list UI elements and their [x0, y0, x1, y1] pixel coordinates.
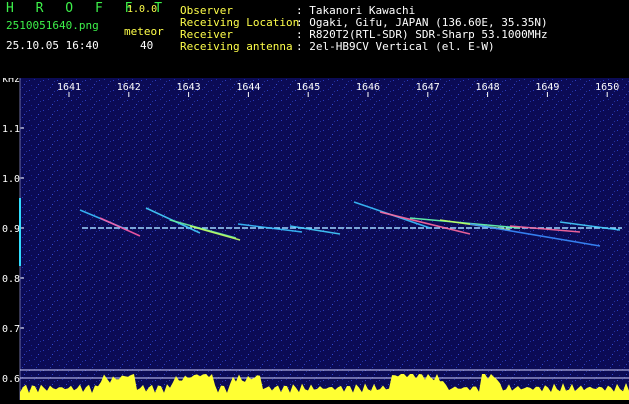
y-tick-label: 0.6: [2, 374, 20, 385]
y-tick-label: 0.8: [2, 274, 20, 285]
x-tick-label: 1649: [535, 82, 559, 93]
x-tick-label: 1647: [416, 82, 440, 93]
x-tick-label: 1642: [117, 82, 141, 93]
y-axis-unit: kHz: [2, 78, 20, 85]
y-tick-label: 1.1: [2, 124, 20, 135]
x-tick-label: 1645: [296, 82, 320, 93]
spectrogram-background: [20, 78, 629, 400]
x-tick-label: 1644: [236, 82, 260, 93]
file-name: 2510051640.png: [6, 19, 99, 32]
x-tick-label: 1646: [356, 82, 380, 93]
x-tick-label: 1641: [57, 82, 81, 93]
info-value-antenna: : 2el-HB9CV Vertical (el. E-W): [296, 40, 495, 53]
timestamp: 25.10.05 16:40: [6, 39, 99, 52]
meteor-count: 40: [140, 39, 154, 52]
x-tick-label: 1648: [476, 82, 500, 93]
header-panel: H R O F F T 1.0.0 2510051640.png meteor …: [0, 0, 629, 78]
y-tick-label: 0.7: [2, 324, 20, 335]
y-tick-label: 0.9: [2, 224, 20, 235]
meteor-label: meteor: [124, 25, 164, 38]
spectrogram-svg: kHz 1.1 1.0 0.9 0.8 0.7 0.6 1641 1642 1643 1644 16…: [2, 74, 629, 400]
app-version: 1.0.0: [127, 4, 158, 15]
info-key-antenna: Receiving antenna: [180, 40, 293, 53]
y-tick-label: 1.0: [2, 174, 20, 185]
spectrogram-area: kHz 1.1 1.0 0.9 0.8 0.7 0.6 1641 1642 1643 1644 16…: [0, 74, 629, 400]
x-tick-label: 1643: [177, 82, 201, 93]
x-tick-label: 1650: [595, 82, 619, 93]
